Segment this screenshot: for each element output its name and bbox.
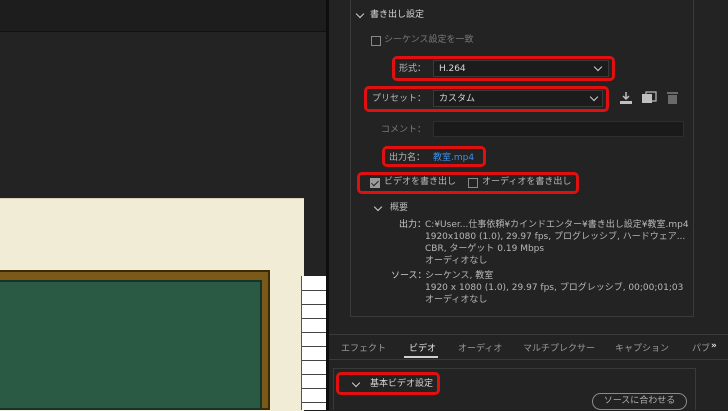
summary-title: 概要 — [390, 203, 409, 213]
tabs-overflow-icon[interactable]: » — [711, 341, 717, 351]
summary-output-line: オーディオなし — [425, 256, 488, 266]
summary-output-label: 出力： — [399, 220, 427, 230]
preset-label: プリセット： — [372, 94, 427, 104]
preset-value: カスタム — [439, 94, 476, 104]
comment-label: コメント： — [381, 125, 427, 135]
preview-grid-illustration — [301, 276, 326, 410]
summary-source-line: 1920 x 1080 (1.0), 29.97 fps, プログレッシブ, 0… — [425, 283, 684, 293]
summary-output-line: 1920x1080 (1.0), 29.97 fps, プログレッシブ, ハード… — [425, 232, 686, 242]
tab-publish[interactable]: パブ — [692, 341, 710, 354]
match-source-button[interactable]: ソースに合わせる — [592, 393, 687, 410]
preview-chalkboard — [0, 280, 262, 410]
format-value: H.264 — [439, 64, 466, 74]
output-name-label: 出力名： — [389, 153, 426, 163]
summary-source-line: シーケンス, 教室 — [425, 271, 494, 281]
summary-output-line: C:¥User...仕事依頼¥カインドエンター¥書き出し設定¥教室.mp4 — [425, 220, 689, 230]
tab-multiplexer[interactable]: マルチプレクサー — [523, 341, 595, 354]
save-preset-icon[interactable] — [641, 91, 657, 105]
tab-video[interactable]: ビデオ — [409, 341, 436, 354]
match-sequence-checkbox[interactable] — [371, 36, 381, 46]
tab-audio[interactable]: オーディオ — [458, 341, 502, 354]
summary-source-line: オーディオなし — [425, 295, 488, 305]
summary-output-line: CBR, ターゲット 0.19 Mbps — [425, 244, 545, 254]
match-sequence-label: シーケンス設定を一致 — [384, 35, 474, 45]
comment-input[interactable] — [433, 121, 684, 137]
tab-captions[interactable]: キャプション — [615, 341, 669, 354]
export-audio-checkbox[interactable] — [468, 178, 478, 188]
export-settings-title: 書き出し設定 — [370, 10, 425, 20]
trash-icon[interactable] — [666, 90, 679, 105]
active-tab-indicator — [404, 356, 438, 358]
export-video-checkbox[interactable] — [370, 178, 380, 188]
export-audio-label: オーディオを書き出し — [482, 177, 572, 187]
summary-source-label: ソース： — [391, 271, 427, 281]
tab-effects[interactable]: エフェクト — [341, 341, 386, 354]
preview-toolbar — [0, 0, 326, 32]
format-label: 形式： — [399, 64, 427, 74]
export-video-label: ビデオを書き出し — [384, 177, 457, 187]
output-name-link[interactable]: 教室.mp4 — [433, 153, 474, 164]
import-preset-icon[interactable] — [619, 91, 633, 105]
basic-video-title: 基本ビデオ設定 — [370, 379, 434, 389]
